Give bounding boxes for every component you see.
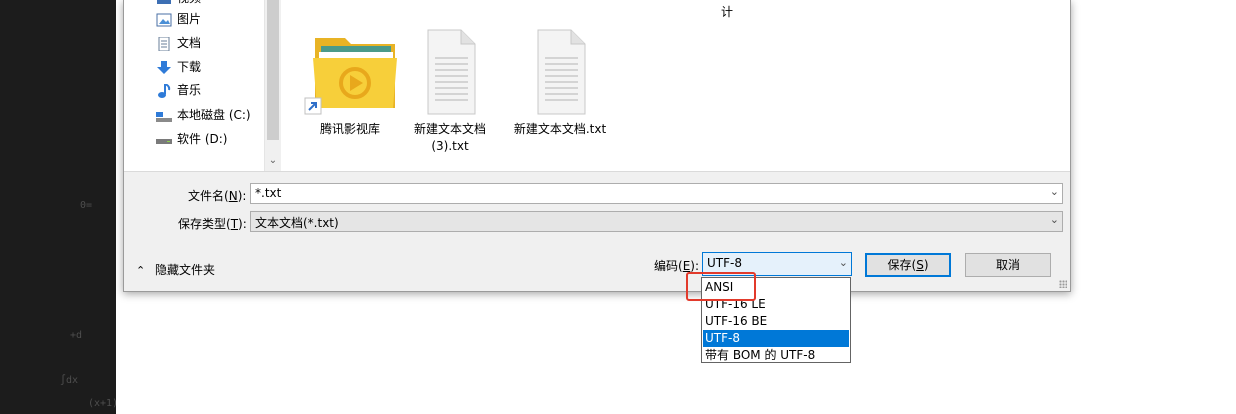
nav-scrollbar-thumb[interactable]: [267, 0, 279, 140]
drive-icon: [156, 132, 172, 146]
pictures-icon: [156, 12, 172, 27]
nav-item-label: 本地磁盘 (C:): [177, 108, 251, 122]
encoding-option-utf16be[interactable]: UTF-16 BE: [703, 313, 849, 330]
desktop-background: 0= +d ∫dx (x+1): [0, 0, 116, 414]
music-icon: [156, 83, 172, 98]
filename-input[interactable]: *.txt ⌄: [250, 183, 1063, 204]
chevron-down-icon[interactable]: ⌄: [839, 256, 848, 269]
nav-item-label: 下载: [177, 60, 202, 74]
divider: [124, 171, 1070, 172]
download-icon: [156, 60, 172, 74]
video-icon: [156, 0, 172, 5]
nav-item-label: 文档: [177, 36, 202, 50]
save-as-dialog: 视频 图片 文档 下载 音乐: [123, 0, 1071, 292]
nav-item-label: 软件 (D:): [177, 132, 228, 146]
nav-scrollbar[interactable]: ⌄: [264, 0, 281, 171]
file-name: 腾讯影视库: [319, 122, 380, 136]
filetype-value: 文本文档(*.txt): [255, 216, 339, 230]
documents-icon: [156, 36, 172, 52]
chevron-down-icon[interactable]: ⌄: [1050, 213, 1059, 226]
chevron-up-icon: ⌃: [136, 264, 146, 277]
file-item-video-folder[interactable]: 腾讯影视库: [295, 28, 405, 136]
file-item-text[interactable]: 新建文本文档.txt: [505, 28, 615, 136]
cancel-button[interactable]: 取消: [965, 253, 1051, 277]
nav-item-label: 图片: [177, 12, 202, 26]
resize-grip-icon[interactable]: [1059, 280, 1067, 288]
file-item-text-3[interactable]: 新建文本文档 (3).txt: [395, 28, 505, 153]
chevron-down-icon[interactable]: ⌄: [1050, 185, 1059, 198]
encoding-value: UTF-8: [707, 256, 742, 270]
encoding-option-utf8-bom[interactable]: 带有 BOM 的 UTF-8: [703, 347, 849, 364]
file-list-pane: 计 腾讯影视库 新建文本文档 (3).txt 新建文本文档.txt: [281, 0, 1070, 171]
hide-folders-label: 隐藏文件夹: [155, 263, 216, 277]
local-disk-icon: [156, 108, 172, 122]
file-name: 新建文本文档 (3).txt: [413, 122, 486, 153]
filetype-select[interactable]: 文本文档(*.txt) ⌄: [250, 211, 1063, 232]
partial-file-label: 计: [721, 5, 734, 19]
filename-value: *.txt: [255, 186, 282, 200]
scroll-down-arrow-icon[interactable]: ⌄: [265, 153, 281, 169]
save-button[interactable]: 保存(S): [865, 253, 951, 277]
filename-label: 文件名(N):: [188, 189, 247, 203]
encoding-option-utf8[interactable]: UTF-8: [703, 330, 849, 347]
annotation-highlight-box: [686, 272, 756, 301]
filetype-label: 保存类型(T):: [178, 217, 247, 231]
navigation-pane: 视频 图片 文档 下载 音乐: [124, 0, 281, 171]
nav-item-label: 音乐: [177, 83, 202, 97]
file-name: 新建文本文档.txt: [513, 122, 607, 136]
hide-folders-toggle[interactable]: ⌃ 隐藏文件夹: [136, 261, 215, 278]
